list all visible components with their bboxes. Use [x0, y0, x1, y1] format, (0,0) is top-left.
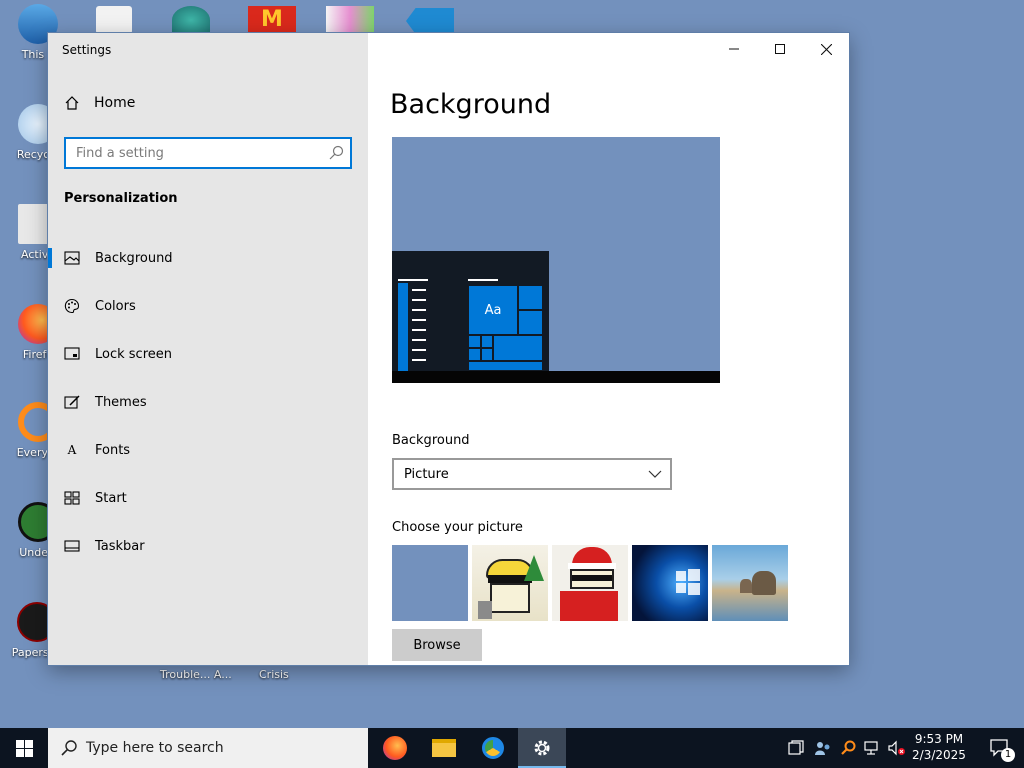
- sidebar-item-label: Colors: [95, 298, 136, 314]
- sidebar-item-colors[interactable]: Colors: [48, 282, 368, 330]
- vscode-icon[interactable]: [406, 8, 454, 34]
- picture-icon: [64, 250, 80, 266]
- volume-muted-icon[interactable]: [888, 740, 906, 756]
- taskbar-search-placeholder: Type here to search: [86, 740, 224, 756]
- settings-window: Settings Home Personalization Background: [48, 33, 849, 665]
- taskbar-clock[interactable]: 9:53 PM 2/3/2025: [906, 731, 972, 763]
- desktop-label-crisis: Crisis: [259, 668, 289, 681]
- page-title: Background: [390, 89, 552, 120]
- sidebar-item-taskbar[interactable]: Taskbar: [48, 522, 368, 570]
- taskbar: Type here to search 9:53 PM 2/3/2025 1: [0, 728, 1024, 768]
- sidebar-item-themes[interactable]: Themes: [48, 378, 368, 426]
- taskbar-search-box[interactable]: Type here to search: [48, 728, 368, 768]
- taskbar-app-firefox[interactable]: [371, 728, 419, 768]
- picture-thumb-solid-blue[interactable]: [392, 545, 468, 621]
- search-setting-input[interactable]: [66, 139, 316, 167]
- sidebar-item-lock-screen[interactable]: Lock screen: [48, 330, 368, 378]
- clock-time: 9:53 PM: [914, 732, 964, 746]
- start-button[interactable]: [0, 728, 48, 768]
- choose-picture-label: Choose your picture: [392, 520, 523, 535]
- firefox-icon: [383, 736, 407, 760]
- browse-button[interactable]: Browse: [392, 629, 482, 661]
- settings-sidebar: Settings Home Personalization Background: [48, 33, 368, 665]
- fonts-icon: A: [67, 443, 77, 457]
- notification-center-button[interactable]: 1: [976, 728, 1024, 768]
- sidebar-item-label: Taskbar: [95, 538, 145, 554]
- sidebar-item-label: Background: [95, 250, 173, 266]
- desktop-icon-top-2[interactable]: [172, 6, 210, 34]
- sidebar-item-label: Themes: [95, 394, 147, 410]
- sidebar-item-label: Lock screen: [95, 346, 172, 362]
- everything-search-icon[interactable]: [840, 740, 856, 756]
- section-title: Personalization: [64, 191, 178, 206]
- sidebar-item-background[interactable]: Background: [48, 234, 368, 282]
- mcdonalds-icon[interactable]: M: [248, 6, 296, 34]
- palette-icon: [64, 298, 80, 314]
- settings-main-pane: Background Aa Background Picture Choose …: [368, 33, 849, 665]
- window-controls: [711, 33, 849, 65]
- personalization-nav: Background Colors Lock screen Themes A F…: [48, 234, 368, 570]
- themes-icon: [64, 394, 80, 410]
- network-icon[interactable]: [864, 740, 882, 756]
- desktop-icon-top-1[interactable]: [96, 6, 132, 34]
- task-view-icon[interactable]: [788, 740, 804, 756]
- minimize-icon: [729, 48, 739, 50]
- maximize-icon: [775, 44, 785, 54]
- sidebar-item-label: Start: [95, 490, 127, 506]
- picture-thumbnails: [392, 545, 788, 621]
- maximize-button[interactable]: [757, 33, 803, 65]
- start-icon: [64, 490, 80, 506]
- background-type-label: Background: [392, 433, 470, 448]
- search-icon: [61, 740, 77, 756]
- taskbar-icon: [64, 538, 80, 554]
- sidebar-item-fonts[interactable]: A Fonts: [48, 426, 368, 474]
- picture-thumb-meme-santa[interactable]: [552, 545, 628, 621]
- close-button[interactable]: [803, 33, 849, 65]
- taskbar-app-browser[interactable]: [469, 728, 517, 768]
- preview-taskbar: [392, 371, 720, 383]
- picture-thumb-meme-tree[interactable]: [472, 545, 548, 621]
- search-setting-box[interactable]: [64, 137, 352, 169]
- system-tray: [788, 728, 906, 768]
- picture-thumb-windows-logo[interactable]: [632, 545, 708, 621]
- people-icon[interactable]: [814, 740, 832, 756]
- lock-screen-icon: [64, 346, 80, 362]
- preview-start-menu: Aa: [392, 251, 549, 371]
- sidebar-item-label: Fonts: [95, 442, 131, 458]
- picture-thumb-beach-rocks[interactable]: [712, 545, 788, 621]
- notification-count-badge: 1: [1001, 748, 1015, 762]
- home-label: Home: [94, 95, 136, 111]
- background-preview: Aa: [392, 137, 720, 383]
- home-icon: [65, 96, 79, 110]
- close-icon: [820, 43, 832, 55]
- search-icon[interactable]: [328, 145, 344, 161]
- background-type-value: Picture: [404, 466, 449, 482]
- gear-icon: [534, 740, 550, 756]
- window-title: Settings: [62, 43, 112, 57]
- taskbar-app-file-explorer[interactable]: [420, 728, 468, 768]
- clock-date: 2/3/2025: [912, 748, 966, 762]
- preview-sample-text: Aa: [468, 285, 518, 335]
- browser-icon: [482, 737, 504, 759]
- chevron-down-icon: [648, 470, 662, 478]
- minimize-button[interactable]: [711, 33, 757, 65]
- sidebar-item-start[interactable]: Start: [48, 474, 368, 522]
- home-link[interactable]: Home: [64, 95, 135, 111]
- windows-logo-icon: [15, 739, 33, 757]
- folder-icon: [432, 739, 456, 757]
- desktop-icon-top-4[interactable]: [326, 6, 374, 34]
- desktop-label-trouble: Trouble... A...: [160, 668, 232, 681]
- taskbar-app-settings[interactable]: [518, 728, 566, 768]
- background-type-select[interactable]: Picture: [392, 458, 672, 490]
